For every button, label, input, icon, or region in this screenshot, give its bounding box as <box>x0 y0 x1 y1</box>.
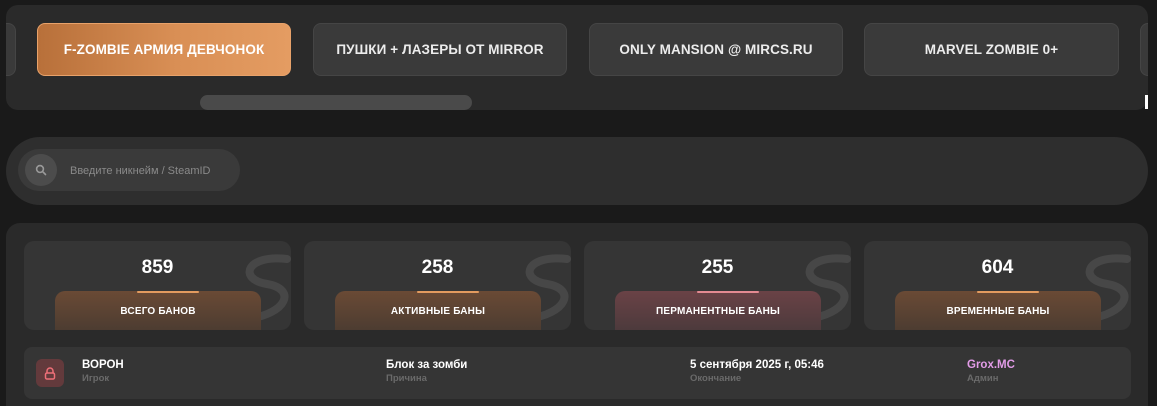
bans-panel: 859 ВСЕГО БАНОВ 258 АКТИВНЫЕ БАНЫ 255 ПЕ… <box>6 223 1148 406</box>
stat-accent-line <box>697 291 759 293</box>
ban-admin-cell: Grox.MC Админ <box>967 359 1015 384</box>
stat-value: 255 <box>701 257 734 278</box>
ban-player-cell: ВОРОН Игрок <box>82 359 124 384</box>
stat-card-temporary-bans: 604 ВРЕМЕННЫЕ БАНЫ <box>864 241 1131 330</box>
server-tab-label: ПУШКИ + ЛАЗЕРЫ ОТ MIRROR <box>336 42 544 57</box>
search-icon[interactable] <box>25 154 57 186</box>
ban-admin-value[interactable]: Grox.MC <box>967 359 1015 371</box>
ban-expires-cell: 5 сентября 2025 г, 05:46 Окончание <box>690 359 824 384</box>
server-tabs-panel: F-ZOMBIE АРМИЯ ДЕВЧОНОК ПУШКИ + ЛАЗЕРЫ О… <box>6 5 1148 110</box>
ban-reason-cell: Блок за зомби Причина <box>386 359 467 384</box>
ban-expires-value: 5 сентября 2025 г, 05:46 <box>690 359 824 371</box>
stat-value: 258 <box>421 257 454 278</box>
tabs-scrollbar-thumb[interactable] <box>200 95 472 110</box>
stat-card-active-bans: 258 АКТИВНЫЕ БАНЫ <box>304 241 571 330</box>
search-input[interactable] <box>68 149 242 193</box>
server-tab-label: ONLY MANSION @ MIRCS.RU <box>619 42 813 57</box>
stat-card-permanent-bans: 255 ПЕРМАНЕНТНЫЕ БАНЫ <box>584 241 851 330</box>
ban-player-name: ВОРОН <box>82 359 124 371</box>
server-tab-mansion[interactable]: ONLY MANSION @ MIRCS.RU <box>589 23 843 76</box>
ban-reason-caption: Причина <box>386 373 427 384</box>
ban-admin-caption: Админ <box>967 373 999 384</box>
ban-expires-caption: Окончание <box>690 373 742 384</box>
stat-label: ВРЕМЕННЫЕ БАНЫ <box>895 291 1101 330</box>
stat-accent-line <box>417 291 479 293</box>
server-tab-partial-right[interactable] <box>1140 23 1148 76</box>
server-tab-f-zombie[interactable]: F-ZOMBIE АРМИЯ ДЕВЧОНОК <box>37 23 291 76</box>
page-scroll-marker <box>1145 95 1148 109</box>
server-tab-label: MARVEL ZOMBIE 0+ <box>924 42 1059 57</box>
stat-value: 604 <box>981 257 1014 278</box>
ban-player-caption: Игрок <box>82 373 110 384</box>
ban-reason-value: Блок за зомби <box>386 359 468 371</box>
server-tab-mirror[interactable]: ПУШКИ + ЛАЗЕРЫ ОТ MIRROR <box>313 23 567 76</box>
lock-icon <box>36 359 64 387</box>
stat-card-total-bans: 859 ВСЕГО БАНОВ <box>24 241 291 330</box>
server-tab-label: F-ZOMBIE АРМИЯ ДЕВЧОНОК <box>63 42 265 57</box>
stat-value: 859 <box>141 257 174 278</box>
search-box[interactable] <box>18 149 242 193</box>
server-tab-partial-left[interactable] <box>6 23 16 76</box>
ban-row[interactable]: ВОРОН Игрок Блок за зомби Причина 5 сент… <box>24 347 1131 399</box>
server-tab-marvel[interactable]: MARVEL ZOMBIE 0+ <box>864 23 1119 76</box>
stat-label: ВСЕГО БАНОВ <box>55 291 261 330</box>
stat-label: ПЕРМАНЕНТНЫЕ БАНЫ <box>615 291 821 330</box>
stat-accent-line <box>137 291 199 293</box>
stat-accent-line <box>977 291 1039 293</box>
stat-label: АКТИВНЫЕ БАНЫ <box>335 291 541 330</box>
search-panel <box>6 137 1148 205</box>
